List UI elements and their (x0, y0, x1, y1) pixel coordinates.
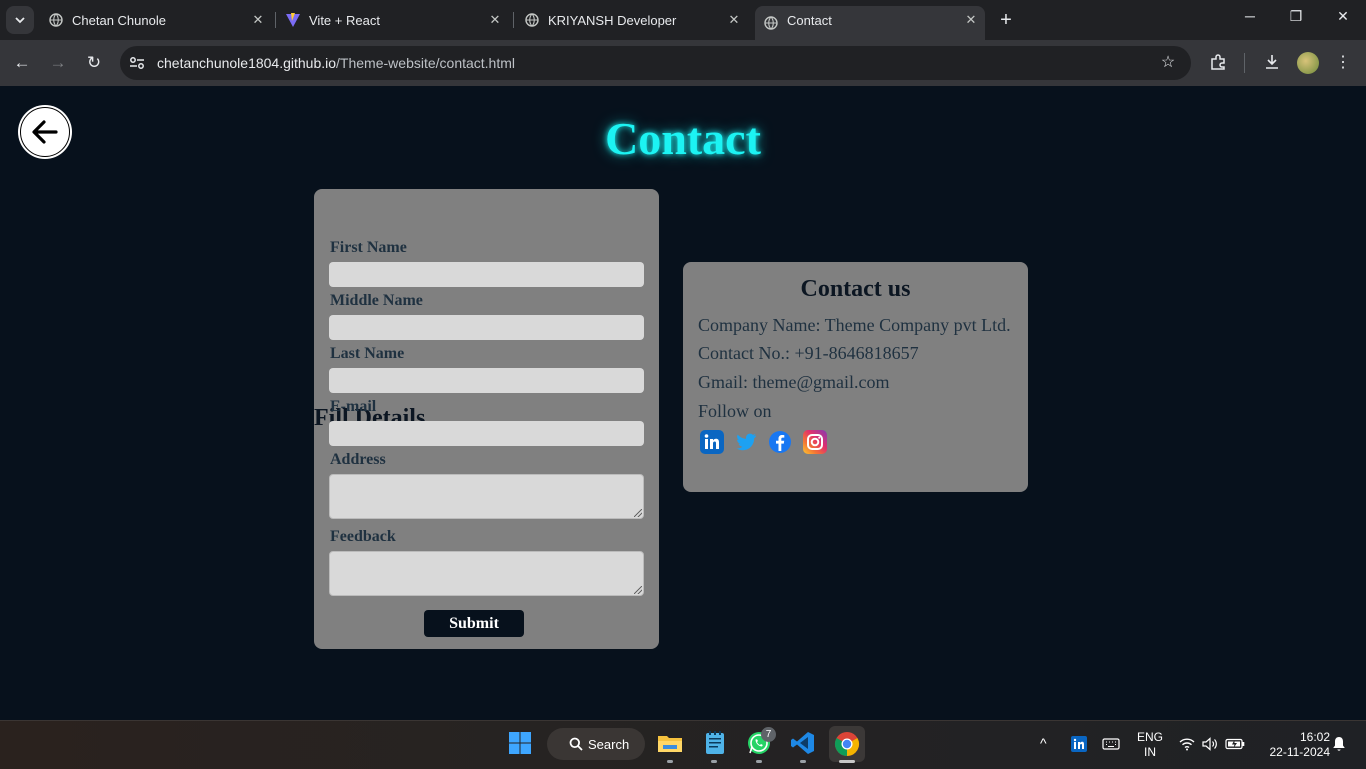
tab-divider (275, 12, 276, 28)
url-path: /Theme-website/contact.html (336, 55, 516, 71)
page-title: Contact (605, 113, 761, 164)
clock[interactable]: 16:02 22-11-2024 (1255, 730, 1331, 760)
search-icon (569, 737, 583, 751)
reload-icon[interactable]: ↻ (83, 52, 105, 74)
facebook-icon[interactable] (768, 430, 792, 454)
site-settings-icon[interactable] (128, 54, 146, 72)
back-arrow-icon[interactable]: ← (11, 52, 33, 74)
feedback-textarea[interactable] (329, 551, 644, 596)
wifi-icon[interactable] (1177, 734, 1197, 754)
chrome-icon[interactable] (829, 726, 865, 762)
kebab-menu-icon[interactable]: ⋮ (1333, 53, 1353, 73)
globe-icon (763, 15, 779, 31)
region-code: IN (1144, 745, 1156, 759)
tray-chevron-up-icon[interactable]: ^ (1040, 735, 1047, 751)
last-name-label: Last Name (330, 345, 405, 362)
tab-chetan-chunole[interactable]: Chetan Chunole ✕ (40, 6, 272, 34)
last-name-input[interactable] (329, 368, 644, 393)
first-name-input[interactable] (329, 262, 644, 287)
tab-title: Vite + React (309, 12, 380, 28)
whatsapp-badge: 7 (761, 727, 776, 742)
tab-contact[interactable]: Contact ✕ (755, 6, 985, 40)
toolbar-divider (1244, 53, 1245, 73)
time-text: 16:02 (1299, 730, 1330, 744)
tab-title: Contact (787, 12, 832, 28)
running-indicator (756, 760, 762, 763)
follow-on-text: Follow on (698, 401, 772, 421)
bell-icon[interactable] (1329, 734, 1349, 754)
taskbar-search[interactable]: Search (547, 728, 645, 760)
address-label: Address (330, 451, 386, 468)
resize-grip-icon[interactable] (634, 509, 642, 517)
middle-name-input[interactable] (329, 315, 644, 340)
tab-close-icon[interactable]: ✕ (963, 12, 979, 28)
globe-icon (524, 12, 540, 28)
running-indicator (667, 760, 673, 763)
url-text[interactable]: chetanchunole1804.github.io/Theme-websit… (157, 55, 515, 71)
search-label: Search (588, 736, 630, 752)
battery-icon[interactable] (1224, 734, 1246, 754)
chevron-down-icon (15, 17, 25, 24)
keyboard-icon[interactable] (1099, 732, 1123, 756)
first-name-label: First Name (330, 239, 407, 256)
contact-heading: Contact us (800, 276, 911, 302)
tab-close-icon[interactable]: ✕ (487, 12, 503, 28)
language-indicator[interactable]: ENG IN (1134, 730, 1166, 760)
active-indicator (839, 760, 855, 763)
profile-avatar[interactable] (1297, 52, 1319, 74)
linkedin-icon[interactable] (700, 430, 724, 454)
download-icon[interactable] (1262, 53, 1282, 73)
close-window-icon[interactable]: ✕ (1331, 8, 1355, 25)
bookmark-star-icon[interactable]: ☆ (1158, 53, 1178, 73)
email-label: E-mail (330, 398, 377, 415)
extensions-icon[interactable] (1208, 53, 1228, 73)
twitter-icon[interactable] (734, 430, 758, 454)
restore-icon[interactable]: ❐ (1284, 8, 1308, 25)
file-explorer-icon[interactable] (655, 728, 685, 758)
forward-arrow-icon[interactable]: → (47, 52, 69, 74)
tab-search-button[interactable] (6, 6, 34, 34)
globe-icon (48, 12, 64, 28)
whatsapp-icon[interactable]: 7 (744, 727, 776, 758)
tab-title: Chetan Chunole (72, 12, 166, 28)
submit-button[interactable]: Submit (424, 610, 524, 637)
url-domain: chetanchunole1804.github.io (157, 55, 337, 71)
new-tab-button[interactable]: + (996, 10, 1016, 30)
running-indicator (800, 760, 806, 763)
company-name-text: Company Name: Theme Company pvt Ltd. (698, 315, 1011, 335)
tab-title: KRIYANSH Developer (548, 12, 677, 28)
running-indicator (711, 760, 717, 763)
resize-grip-icon[interactable] (634, 586, 642, 594)
middle-name-label: Middle Name (330, 292, 423, 309)
linkedin-tray-icon[interactable] (1067, 732, 1091, 756)
language-code: ENG (1136, 730, 1163, 744)
contact-number-text: Contact No.: +91-8646818657 (698, 343, 919, 363)
tab-kriyansh-developer[interactable]: KRIYANSH Developer ✕ (516, 6, 748, 34)
tab-close-icon[interactable]: ✕ (726, 12, 742, 28)
vscode-icon[interactable] (788, 728, 818, 758)
date-text: 22-11-2024 (1269, 745, 1331, 759)
address-textarea[interactable] (329, 474, 644, 519)
email-input[interactable] (329, 421, 644, 446)
instagram-icon[interactable] (803, 430, 827, 454)
tab-divider (513, 12, 514, 28)
windows-start-icon[interactable] (505, 728, 535, 758)
tab-vite-react[interactable]: Vite + React ✕ (277, 6, 509, 34)
feedback-label: Feedback (330, 528, 396, 545)
tab-close-icon[interactable]: ✕ (250, 12, 266, 28)
notepad-icon[interactable] (700, 728, 730, 758)
volume-icon[interactable] (1200, 734, 1220, 754)
minimize-icon[interactable]: ─ (1238, 8, 1262, 24)
gmail-text: Gmail: theme@gmail.com (698, 372, 890, 392)
vite-logo-icon (285, 12, 301, 28)
